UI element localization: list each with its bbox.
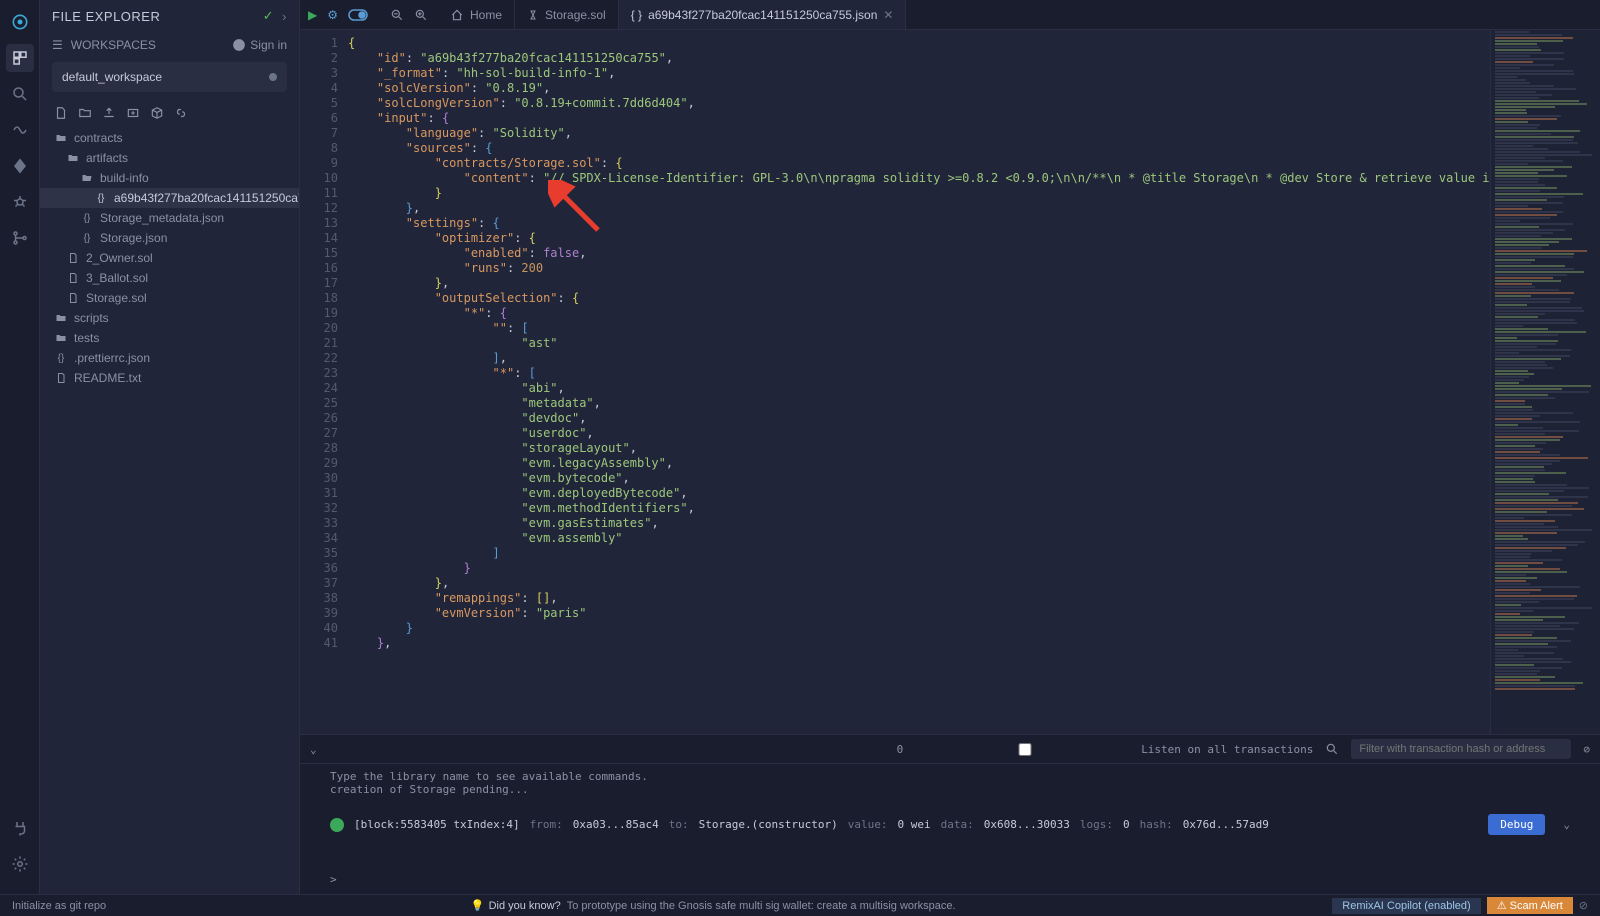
- folder-icon: [54, 312, 68, 324]
- filter-input[interactable]: [1351, 739, 1571, 759]
- transaction-row[interactable]: [block:5583405 txIndex:4] from: 0xa03...…: [330, 808, 1570, 841]
- tree-item[interactable]: tests: [40, 328, 299, 348]
- folder-icon: [54, 332, 68, 344]
- braces-icon: {}: [80, 213, 94, 224]
- compile-icon[interactable]: [6, 116, 34, 144]
- search-icon[interactable]: [6, 80, 34, 108]
- close-icon[interactable]: ✕: [883, 8, 893, 22]
- clear-icon[interactable]: ⊘: [1583, 743, 1590, 756]
- tree-item[interactable]: {}a69b43f277ba20fcac141151250ca7...: [40, 188, 299, 208]
- signin-link[interactable]: Sign in: [232, 38, 287, 52]
- home-icon: [450, 8, 464, 22]
- deploy-icon[interactable]: [6, 152, 34, 180]
- folder-icon: [66, 152, 80, 164]
- tree-item[interactable]: build-info: [40, 168, 299, 188]
- upload-folder-icon[interactable]: [126, 106, 140, 120]
- success-icon: [330, 818, 344, 832]
- file-icon: [66, 292, 80, 304]
- copilot-badge[interactable]: RemixAI Copilot (enabled): [1332, 898, 1480, 914]
- braces-icon: {}: [54, 353, 68, 364]
- icon-rail: [0, 0, 40, 894]
- terminal-line: creation of Storage pending...: [330, 783, 1570, 796]
- zoom-in-icon[interactable]: [414, 8, 428, 22]
- bulb-icon: 💡: [471, 899, 485, 912]
- terminal-line: Type the library name to see available c…: [330, 770, 1570, 783]
- file-icon: [66, 252, 80, 264]
- terminal: ⌄ 0 Listen on all transactions ⊘ Type th…: [300, 734, 1600, 894]
- workspaces-label: WORKSPACES: [71, 38, 156, 52]
- folder-open-icon: [80, 172, 94, 184]
- tab-active-json[interactable]: { } a69b43f277ba20fcac141151250ca755.jso…: [619, 0, 907, 29]
- terminal-body[interactable]: Type the library name to see available c…: [300, 764, 1600, 865]
- main: ▶ ⚙ Home Storage.sol { } a69b43f277ba20f…: [300, 0, 1600, 894]
- footer: Initialize as git repo 💡 Did you know? T…: [0, 894, 1600, 916]
- editor[interactable]: 1234567891011121314151617181920212223242…: [300, 30, 1600, 734]
- didyou-label: Did you know?: [489, 900, 561, 912]
- listen-checkbox[interactable]: Listen on all transactions: [915, 743, 1313, 756]
- terminal-bar: ⌄ 0 Listen on all transactions ⊘: [300, 735, 1600, 764]
- toggle-icon[interactable]: [348, 9, 368, 21]
- hamburger-icon[interactable]: ☰: [52, 38, 63, 52]
- github-icon: [232, 38, 246, 52]
- tree-item[interactable]: 3_Ballot.sol: [40, 268, 299, 288]
- logo-icon[interactable]: [6, 8, 34, 36]
- tree-item[interactable]: Storage.sol: [40, 288, 299, 308]
- terminal-prompt[interactable]: >: [300, 865, 1600, 894]
- tree-item[interactable]: {}.prettierrc.json: [40, 348, 299, 368]
- tree-item[interactable]: artifacts: [40, 148, 299, 168]
- sidebar-header: FILE EXPLORER ✓ ›: [40, 0, 299, 32]
- tip-text: To prototype using the Gnosis safe multi…: [567, 900, 956, 912]
- plugin-icon[interactable]: [6, 814, 34, 842]
- tab-home[interactable]: Home: [438, 0, 515, 29]
- search-terminal-icon[interactable]: [1325, 742, 1339, 756]
- braces-icon: {}: [94, 193, 108, 204]
- workspaces-row: ☰ WORKSPACES Sign in: [40, 32, 299, 58]
- solidity-icon: [527, 9, 539, 21]
- tx-count: 0: [897, 743, 904, 756]
- link-icon[interactable]: [174, 106, 188, 120]
- minimap[interactable]: [1490, 30, 1600, 734]
- expand-icon[interactable]: ⌄: [1563, 818, 1570, 831]
- debug-icon[interactable]: [6, 188, 34, 216]
- tree-item[interactable]: {}Storage_metadata.json: [40, 208, 299, 228]
- new-file-icon[interactable]: [54, 106, 68, 120]
- tree-item[interactable]: scripts: [40, 308, 299, 328]
- file-icon: [54, 372, 68, 384]
- scam-close-icon[interactable]: ⊘: [1579, 899, 1588, 912]
- check-icon[interactable]: ✓: [263, 8, 274, 24]
- upload-icon[interactable]: [102, 106, 116, 120]
- chevron-right-icon[interactable]: ›: [282, 9, 287, 24]
- tree-item[interactable]: 2_Owner.sol: [40, 248, 299, 268]
- zoom-out-icon[interactable]: [390, 8, 404, 22]
- braces-icon: {}: [80, 233, 94, 244]
- robot-icon[interactable]: ⚙: [327, 8, 338, 22]
- file-icon: [66, 272, 80, 284]
- tree-item[interactable]: contracts: [40, 128, 299, 148]
- settings-icon[interactable]: [6, 850, 34, 878]
- file-toolbar: [40, 100, 299, 124]
- tree-item[interactable]: README.txt: [40, 368, 299, 388]
- sidebar-title: FILE EXPLORER: [52, 9, 255, 24]
- tree-item[interactable]: {}Storage.json: [40, 228, 299, 248]
- git-init[interactable]: Initialize as git repo: [12, 900, 106, 912]
- folder-icon: [54, 132, 68, 144]
- file-explorer-icon[interactable]: [6, 44, 34, 72]
- line-gutter: 1234567891011121314151617181920212223242…: [300, 30, 348, 734]
- git-icon[interactable]: [6, 224, 34, 252]
- workspace-indicator: [269, 73, 277, 81]
- braces-icon: { }: [631, 8, 642, 22]
- top-bar: ▶ ⚙ Home Storage.sol { } a69b43f277ba20f…: [300, 0, 1600, 30]
- tab-storage[interactable]: Storage.sol: [515, 0, 619, 29]
- scam-badge[interactable]: ⚠ Scam Alert: [1487, 897, 1573, 914]
- file-tree: contractsartifactsbuild-info{}a69b43f277…: [40, 124, 299, 392]
- terminal-collapse-icon[interactable]: ⌄: [310, 743, 317, 756]
- workspace-select[interactable]: default_workspace: [52, 62, 287, 92]
- cube-icon[interactable]: [150, 106, 164, 120]
- sidebar: FILE EXPLORER ✓ › ☰ WORKSPACES Sign in d…: [40, 0, 300, 894]
- new-folder-icon[interactable]: [78, 106, 92, 120]
- run-icon[interactable]: ▶: [308, 8, 317, 22]
- code-content[interactable]: { "id": "a69b43f277ba20fcac141151250ca75…: [348, 30, 1490, 734]
- debug-button[interactable]: Debug: [1488, 814, 1545, 835]
